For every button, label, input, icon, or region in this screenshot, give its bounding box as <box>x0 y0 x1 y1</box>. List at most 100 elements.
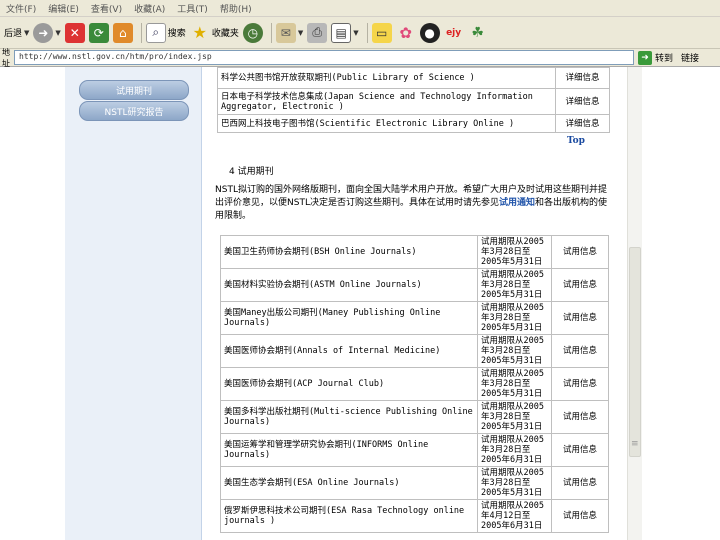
trial-info-link[interactable]: 试用信息 <box>551 400 609 434</box>
table-row: 美国多科学出版社期刊(Multi-science Publishing Onli… <box>220 400 609 434</box>
mail-icon: ✉ <box>275 22 296 43</box>
table-row: 俄罗斯伊思科技术公司期刊(ESA Rasa Technology online … <box>220 499 609 533</box>
journal-name: 俄罗斯伊思科技术公司期刊(ESA Rasa Technology online … <box>220 499 478 533</box>
table-row: 美国生态学会期刊(ESA Online Journals) 试用期限从2005年… <box>220 466 609 500</box>
home-button[interactable]: ⌂ <box>112 22 133 43</box>
table-row: 科学公共图书馆开放获取期刊(Public Library of Science … <box>217 67 610 89</box>
print-icon: ⎙ <box>307 22 328 43</box>
sidebar-trial-journals-button[interactable]: 试用期刊 <box>79 80 189 100</box>
messenger-icon: ☘ <box>467 22 488 43</box>
links-button[interactable]: 链接 <box>681 51 699 64</box>
section-description: NSTL拟订购的国外网络版期刊，面向全国大陆学术用户开放。希望广大用户及时试用这… <box>215 184 613 223</box>
penguin-icon: ● <box>419 22 440 43</box>
details-link[interactable]: 详细信息 <box>555 114 610 133</box>
star-icon: ★ <box>189 22 210 43</box>
top-link[interactable]: Top <box>567 136 585 146</box>
journal-name: 美国医师协会期刊(Annals of Internal Medicine) <box>220 334 478 368</box>
go-button[interactable]: ➜ 转到 <box>638 50 674 65</box>
menu-help[interactable]: 帮助(H) <box>214 2 258 15</box>
search-button[interactable]: ⌕ 搜索 <box>145 22 186 43</box>
details-link[interactable]: 详细信息 <box>555 67 610 89</box>
trial-info-link[interactable]: 试用信息 <box>551 367 609 401</box>
edit-button[interactable]: ▤ ▼ <box>331 22 359 43</box>
trial-info-link[interactable]: 试用信息 <box>551 268 609 302</box>
database-name: 科学公共图书馆开放获取期刊(Public Library of Science … <box>217 67 556 89</box>
trial-info-link[interactable]: 试用信息 <box>551 466 609 500</box>
scrollbar-thumb[interactable] <box>629 247 641 457</box>
search-label: 搜索 <box>167 29 186 39</box>
main-content: 科学公共图书馆开放获取期刊(Public Library of Science … <box>215 67 615 540</box>
left-sidebar: 试用期刊 NSTL研究报告 <box>65 67 202 540</box>
menu-file[interactable]: 文件(F) <box>0 2 42 15</box>
flower-button[interactable]: ✿ <box>395 22 416 43</box>
table-row: 日本电子科学技术信息集成(Japan Science and Technolog… <box>217 88 610 115</box>
table-row: 美国医师协会期刊(Annals of Internal Medicine) 试用… <box>220 334 609 368</box>
trial-info-link[interactable]: 试用信息 <box>551 433 609 467</box>
journal-name: 美国多科学出版社期刊(Multi-science Publishing Onli… <box>220 400 478 434</box>
chevron-down-icon[interactable]: ▼ <box>24 29 29 37</box>
favorites-label: 收藏夹 <box>211 29 239 39</box>
trial-period: 试用期限从2005年3月28日至2005年5月31日 <box>477 466 552 500</box>
details-link[interactable]: 详细信息 <box>555 88 610 115</box>
trial-info-link[interactable]: 试用信息 <box>551 301 609 335</box>
menu-favorites[interactable]: 收藏(A) <box>128 2 171 15</box>
history-button[interactable]: ◷ <box>242 22 263 43</box>
chevron-down-icon[interactable]: ▼ <box>353 29 358 37</box>
messenger-button[interactable]: ☘ <box>467 22 488 43</box>
database-name: 巴西网上科技电子图书馆(Scientific Electronic Librar… <box>217 114 556 133</box>
trial-info-link[interactable]: 试用信息 <box>551 334 609 368</box>
trial-period: 试用期限从2005年3月28日至2005年5月31日 <box>477 367 552 401</box>
journal-name: 美国Maney出版公司期刊(Maney Publishing Online Jo… <box>220 301 478 335</box>
print-button[interactable]: ⎙ <box>307 22 328 43</box>
mail-button[interactable]: ✉ ▼ <box>275 22 303 43</box>
forward-button[interactable]: ➜ ▼ <box>33 22 61 43</box>
go-arrow-icon: ➜ <box>638 50 652 65</box>
journal-name: 美国卫生药师协会期刊(BSH Online Journals) <box>220 235 478 269</box>
menu-bar: 文件(F) 编辑(E) 查看(V) 收藏(A) 工具(T) 帮助(H) <box>0 0 720 17</box>
back-label: 后退 <box>4 29 23 39</box>
scroll-grip-icon: ≡ <box>631 439 639 449</box>
chevron-down-icon[interactable]: ▼ <box>298 29 303 37</box>
journal-name: 美国运筹学和管理学研究协会期刊(INFORMS Online Journals) <box>220 433 478 467</box>
trial-period: 试用期限从2005年3月28日至2005年5月31日 <box>477 235 552 269</box>
toolbar-separator <box>366 22 368 43</box>
journal-name: 美国医师协会期刊(ACP Journal Club) <box>220 367 478 401</box>
back-button[interactable]: 后退 ▼ <box>2 26 29 40</box>
sidebar-nstl-report-button[interactable]: NSTL研究报告 <box>79 101 189 121</box>
toolbar-separator <box>140 22 142 43</box>
go-label: 转到 <box>655 54 674 64</box>
vertical-scrollbar[interactable] <box>627 67 642 540</box>
stop-button[interactable]: ✕ <box>64 22 85 43</box>
menu-edit[interactable]: 编辑(E) <box>42 2 85 15</box>
search-icon: ⌕ <box>145 22 166 43</box>
refresh-icon: ⟳ <box>88 22 109 43</box>
table-row: 美国运筹学和管理学研究协会期刊(INFORMS Online Journals)… <box>220 433 609 467</box>
trial-info-link[interactable]: 试用信息 <box>551 499 609 533</box>
trial-period: 试用期限从2005年3月28日至2005年6月31日 <box>477 433 552 467</box>
url-field[interactable]: http://www.nstl.gov.cn/htm/pro/index.jsp <box>14 50 634 65</box>
edit-icon: ▤ <box>331 22 352 43</box>
trial-period: 试用期限从2005年3月28日至2005年5月31日 <box>477 268 552 302</box>
table-row: 美国材料实验协会期刊(ASTM Online Journals) 试用期限从20… <box>220 268 609 302</box>
menu-tools[interactable]: 工具(T) <box>171 2 214 15</box>
qq-button[interactable]: ● <box>419 22 440 43</box>
refresh-button[interactable]: ⟳ <box>88 22 109 43</box>
address-label: 地址 <box>2 47 10 68</box>
section-title: 4 试用期刊 <box>229 167 274 177</box>
chevron-down-icon[interactable]: ▼ <box>55 29 60 37</box>
journal-name: 美国材料实验协会期刊(ASTM Online Journals) <box>220 268 478 302</box>
trial-info-link[interactable]: 试用信息 <box>551 235 609 269</box>
database-table: 科学公共图书馆开放获取期刊(Public Library of Science … <box>217 67 610 133</box>
forward-arrow-icon: ➜ <box>33 22 54 43</box>
note-button[interactable]: ▭ <box>371 22 392 43</box>
database-name: 日本电子科学技术信息集成(Japan Science and Technolog… <box>217 88 556 115</box>
menu-view[interactable]: 查看(V) <box>85 2 128 15</box>
history-icon: ◷ <box>242 22 263 43</box>
table-row: 美国Maney出版公司期刊(Maney Publishing Online Jo… <box>220 301 609 335</box>
table-row: 美国卫生药师协会期刊(BSH Online Journals) 试用期限从200… <box>220 235 609 269</box>
favorites-button[interactable]: ★ 收藏夹 <box>189 22 239 43</box>
trial-notice-link[interactable]: 试用通知 <box>499 198 535 208</box>
ejy-button[interactable]: ejy <box>443 22 464 43</box>
trial-journals-table: 美国卫生药师协会期刊(BSH Online Journals) 试用期限从200… <box>220 235 609 533</box>
trial-period: 试用期限从2005年3月28日至2005年5月31日 <box>477 400 552 434</box>
